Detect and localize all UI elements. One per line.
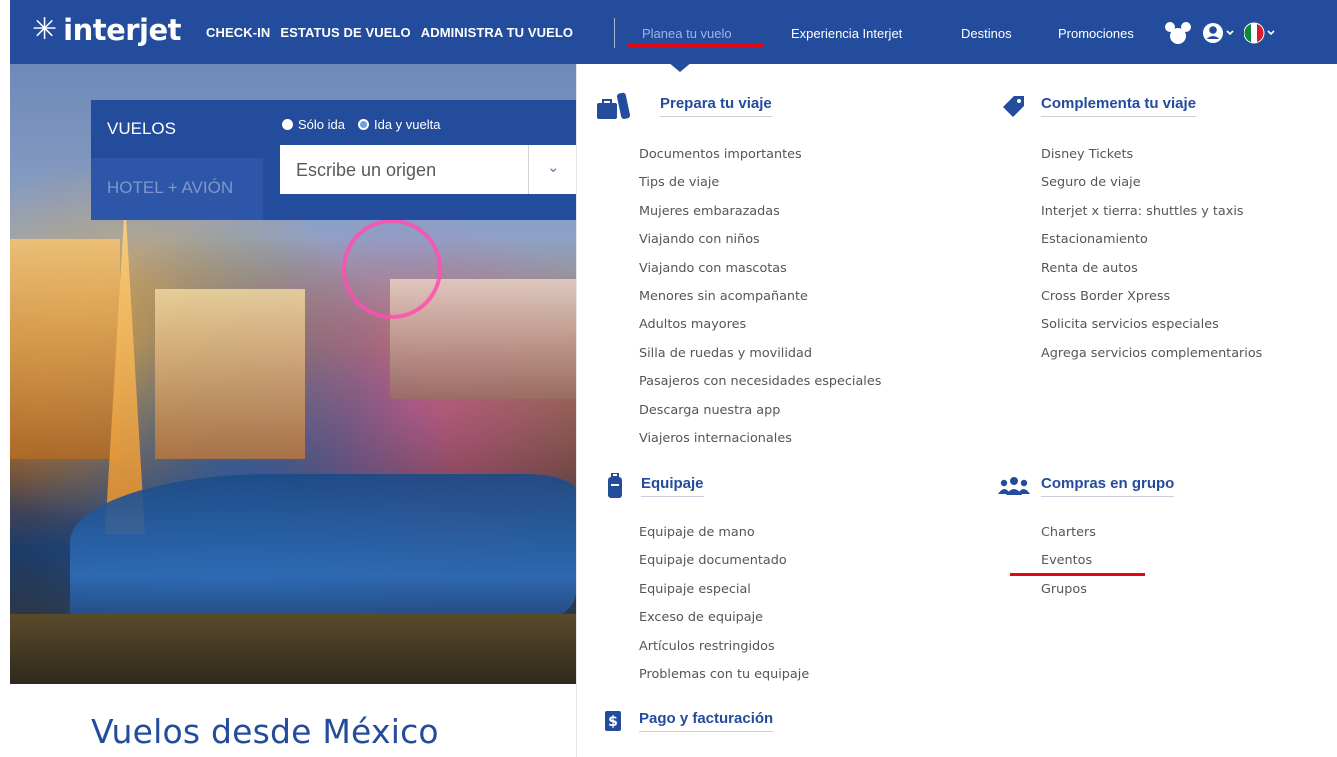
- menu-item[interactable]: Equipaje especial: [639, 576, 809, 604]
- active-nav-indicator: [628, 44, 764, 48]
- chevron-down-icon[interactable]: ⌄: [547, 158, 560, 176]
- section-title-pago[interactable]: Pago y facturación: [639, 710, 774, 732]
- section-prepara-tu-viaje: Prepara tu viaje: [597, 91, 772, 121]
- menu-item[interactable]: Adultos mayores: [639, 311, 881, 339]
- dollar-icon: $: [605, 706, 641, 736]
- section-compras-en-grupo: Compras en grupo: [998, 471, 1175, 501]
- top-navbar: ✳ interjet CHECK-IN ESTATUS DE VUELO ADM…: [10, 0, 1337, 64]
- hero-trees: [10, 614, 576, 684]
- list-grupo: Charters Eventos Grupos: [1041, 519, 1096, 604]
- origin-placeholder: Escribe un origen: [296, 160, 437, 180]
- tag-icon: [1002, 91, 1038, 121]
- hero-building: [10, 239, 120, 459]
- asterisk-star-icon: ✳: [32, 12, 58, 47]
- menu-item[interactable]: Viajando con mascotas: [639, 255, 881, 283]
- trip-type-options: Sólo ida Ida y vuelta: [282, 117, 440, 132]
- hero-ferris-wheel: [342, 219, 442, 319]
- logo-text: interjet: [63, 13, 182, 47]
- radio-ida-y-vuelta[interactable]: [357, 119, 369, 130]
- input-separator: [528, 145, 529, 194]
- section-title-prepara[interactable]: Prepara tu viaje: [660, 95, 772, 117]
- menu-item[interactable]: Interjet x tierra: shuttles y taxis: [1041, 198, 1262, 226]
- section-pago-y-facturacion: $ Pago y facturación: [605, 706, 774, 736]
- search-tabs: VUELOS HOTEL + AVIÓN: [91, 100, 263, 220]
- menu-item[interactable]: Tips de viaje: [639, 169, 881, 197]
- suitcase-icon: [607, 471, 643, 501]
- menu-item[interactable]: Renta de autos: [1041, 255, 1262, 283]
- menu-item[interactable]: Charters: [1041, 519, 1096, 547]
- radio-solo-ida-label[interactable]: Sólo ida: [298, 117, 345, 132]
- radio-ida-y-vuelta-label[interactable]: Ida y vuelta: [374, 117, 441, 132]
- nav-promociones[interactable]: Promociones: [1058, 26, 1134, 41]
- group-people-icon: [998, 471, 1034, 501]
- menu-item[interactable]: Cross Border Xpress: [1041, 283, 1262, 311]
- highlight-underline-eventos: [1010, 573, 1145, 576]
- list-prepara: Documentos importantes Tips de viaje Muj…: [639, 141, 881, 453]
- nav-administra-tu-vuelo[interactable]: ADMINISTRA TU VUELO: [421, 25, 573, 40]
- origin-input[interactable]: Escribe un origen ⌄: [280, 145, 576, 194]
- list-complementa: Disney Tickets Seguro de viaje Interjet …: [1041, 141, 1262, 368]
- section-title-grupo[interactable]: Compras en grupo: [1041, 475, 1175, 497]
- nav-planea-tu-vuelo[interactable]: Planea tu vuelo: [642, 26, 732, 41]
- menu-item[interactable]: Viajando con niños: [639, 226, 881, 254]
- section-title-complementa[interactable]: Complementa tu viaje: [1041, 95, 1197, 117]
- nav-experiencia-interjet[interactable]: Experiencia Interjet: [791, 26, 902, 41]
- menu-caret: [668, 62, 692, 72]
- menu-item[interactable]: Menores sin acompañante: [639, 283, 881, 311]
- menu-item[interactable]: Grupos: [1041, 576, 1096, 604]
- menu-item[interactable]: Descarga nuestra app: [639, 397, 881, 425]
- section-equipaje: Equipaje: [607, 471, 704, 501]
- section-title-equipaje[interactable]: Equipaje: [641, 475, 704, 497]
- luggage-icon: [597, 91, 633, 121]
- radio-solo-ida[interactable]: [282, 119, 293, 130]
- page-title: Vuelos desde México: [91, 712, 439, 751]
- menu-item[interactable]: Eventos: [1041, 547, 1096, 575]
- menu-item[interactable]: Silla de ruedas y movilidad: [639, 340, 881, 368]
- nav-check-in[interactable]: CHECK-IN: [206, 25, 270, 40]
- nav-estatus-de-vuelo[interactable]: ESTATUS DE VUELO: [280, 25, 410, 40]
- menu-item[interactable]: Solicita servicios especiales: [1041, 311, 1262, 339]
- menu-item[interactable]: Disney Tickets: [1041, 141, 1262, 169]
- nav-divider: [614, 18, 615, 48]
- menu-item[interactable]: Pasajeros con necesidades especiales: [639, 368, 881, 396]
- menu-item[interactable]: Agrega servicios complementarios: [1041, 340, 1262, 368]
- tab-hotel-avion[interactable]: HOTEL + AVIÓN: [91, 158, 263, 220]
- svg-text:$: $: [608, 714, 618, 730]
- mickey-ears-icon[interactable]: [1165, 21, 1191, 45]
- menu-item[interactable]: Equipaje documentado: [639, 547, 809, 575]
- tab-vuelos[interactable]: VUELOS: [91, 100, 263, 158]
- menu-item[interactable]: Documentos importantes: [639, 141, 881, 169]
- search-panel: Sólo ida Ida y vuelta Escribe un origen …: [263, 100, 576, 220]
- menu-item[interactable]: Seguro de viaje: [1041, 169, 1262, 197]
- nav-destinos[interactable]: Destinos: [961, 26, 1012, 41]
- hero-building: [155, 289, 305, 459]
- menu-item[interactable]: Mujeres embarazadas: [639, 198, 881, 226]
- user-account-icon[interactable]: [1203, 22, 1237, 44]
- menu-item[interactable]: Artículos restringidos: [639, 633, 809, 661]
- menu-item[interactable]: Estacionamiento: [1041, 226, 1262, 254]
- menu-item[interactable]: Viajeros internacionales: [639, 425, 881, 453]
- menu-item[interactable]: Problemas con tu equipaje: [639, 661, 809, 689]
- mexico-flag-icon[interactable]: [1244, 22, 1278, 44]
- menu-item[interactable]: Equipaje de mano: [639, 519, 809, 547]
- menu-item[interactable]: Exceso de equipaje: [639, 604, 809, 632]
- planea-mega-menu: Prepara tu viaje Documentos importantes …: [576, 64, 1337, 757]
- list-equipaje: Equipaje de mano Equipaje documentado Eq…: [639, 519, 809, 689]
- primary-nav: CHECK-IN ESTATUS DE VUELO ADMINISTRA TU …: [206, 25, 573, 40]
- interjet-logo[interactable]: ✳ interjet: [32, 12, 182, 47]
- section-complementa-tu-viaje: Complementa tu viaje: [1002, 91, 1197, 121]
